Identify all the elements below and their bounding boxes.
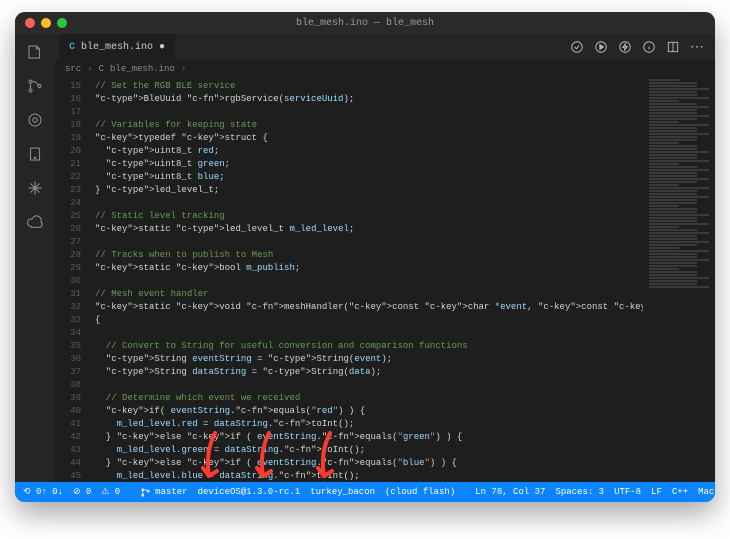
status-target-device[interactable]: turkey_bacon bbox=[310, 487, 375, 497]
cloud-icon[interactable] bbox=[25, 212, 45, 232]
play-icon[interactable] bbox=[594, 40, 608, 54]
editor-window: ble_mesh.ino — ble_mesh C ble_mesh.ino ● bbox=[15, 12, 715, 502]
files-icon[interactable] bbox=[25, 42, 45, 62]
status-flash-mode[interactable]: (cloud flash) bbox=[385, 487, 455, 497]
info-icon[interactable] bbox=[642, 40, 656, 54]
minimap[interactable] bbox=[643, 78, 715, 482]
file-lang-icon: C bbox=[99, 64, 104, 74]
device-icon[interactable] bbox=[25, 144, 45, 164]
breadcrumb[interactable]: src › C ble_mesh.ino › bbox=[55, 60, 715, 78]
status-indent[interactable]: Spaces: 3 bbox=[555, 487, 604, 497]
debug-icon[interactable] bbox=[25, 178, 45, 198]
status-sync[interactable]: ⟲ 0↑ 0↓ bbox=[23, 487, 63, 497]
source-control-icon[interactable] bbox=[25, 76, 45, 96]
tab-bar: C ble_mesh.ino ● ⋯ bbox=[55, 34, 715, 60]
status-branch[interactable]: master bbox=[140, 487, 187, 498]
status-warnings[interactable]: ⚠ 0 bbox=[101, 487, 120, 497]
editor-toolbar: ⋯ bbox=[570, 34, 715, 60]
verify-icon[interactable] bbox=[570, 40, 584, 54]
status-cursor[interactable]: Ln 78, Col 37 bbox=[475, 487, 545, 497]
code-region[interactable]: 15 16 17 18 19 20 21 22 23 24 25 26 27 2… bbox=[55, 78, 715, 482]
tab-ble-mesh[interactable]: C ble_mesh.ino ● bbox=[59, 34, 175, 60]
title-bar: ble_mesh.ino — ble_mesh bbox=[15, 12, 715, 34]
status-language[interactable]: C++ bbox=[672, 487, 688, 497]
editor-area: C ble_mesh.ino ● ⋯ src › C ble_mes bbox=[55, 34, 715, 482]
status-eol[interactable]: LF bbox=[651, 487, 662, 497]
activity-bar bbox=[15, 34, 55, 482]
more-actions-icon[interactable]: ⋯ bbox=[690, 39, 705, 56]
breadcrumb-file: ble_mesh.ino bbox=[110, 64, 175, 74]
tab-dirty-indicator: ● bbox=[159, 42, 165, 53]
target-icon[interactable] bbox=[25, 110, 45, 130]
breadcrumb-root: src bbox=[65, 64, 81, 74]
status-os[interactable]: Mac bbox=[698, 487, 714, 497]
status-errors[interactable]: ⊘ 0 bbox=[73, 487, 91, 497]
window-title: ble_mesh.ino — ble_mesh bbox=[15, 18, 715, 29]
status-encoding[interactable]: UTF-8 bbox=[614, 487, 641, 497]
chevron-right-icon: › bbox=[181, 64, 186, 74]
file-lang-icon: C bbox=[69, 42, 75, 53]
chevron-right-icon: › bbox=[87, 64, 92, 74]
tab-filename: ble_mesh.ino bbox=[81, 42, 153, 53]
flash-icon[interactable] bbox=[618, 40, 632, 54]
status-bar: ⟲ 0↑ 0↓ ⊘ 0 ⚠ 0 master deviceOS@1.3.0-rc… bbox=[15, 482, 715, 502]
split-editor-icon[interactable] bbox=[666, 40, 680, 54]
status-device-os[interactable]: deviceOS@1.3.0-rc.1 bbox=[198, 487, 301, 497]
line-gutter: 15 16 17 18 19 20 21 22 23 24 25 26 27 2… bbox=[55, 78, 87, 482]
code-content[interactable]: // Set the RGB BLE service "c-type">BleU… bbox=[87, 78, 643, 482]
